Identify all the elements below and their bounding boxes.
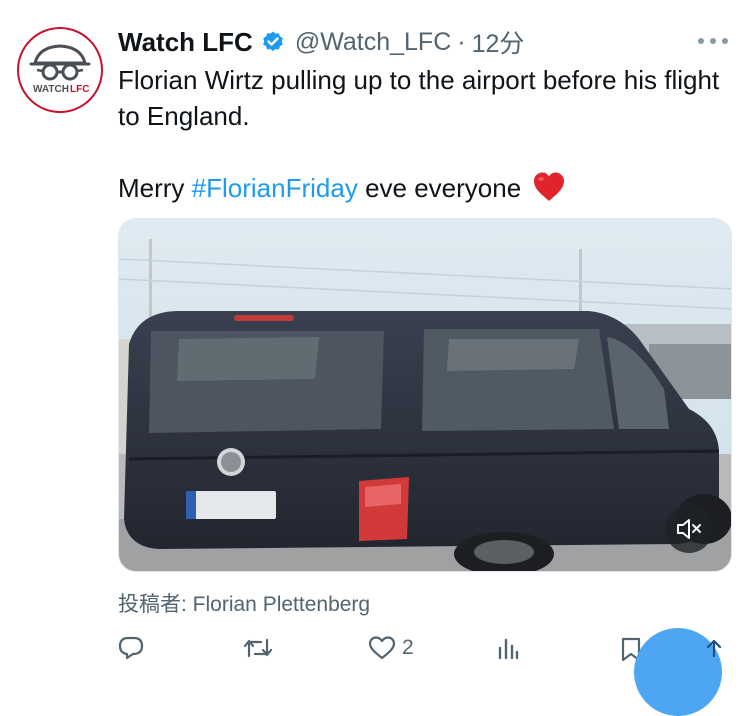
author-handle[interactable]: @Watch_LFC (295, 28, 451, 57)
line2-suffix: eve everyone (357, 173, 529, 203)
line2-prefix: Merry (118, 173, 192, 203)
video-frame-image (119, 219, 731, 571)
tweet-video[interactable] (118, 218, 732, 572)
author-name[interactable]: Watch LFC (118, 27, 253, 58)
more-horizontal-icon[interactable] (698, 28, 728, 54)
reply-icon (118, 636, 144, 660)
retweet-button[interactable] (243, 636, 273, 660)
tweet-text-line1: Florian Wirtz pulling up to the airport … (118, 65, 720, 131)
logo-text-lfc: LFC (70, 84, 89, 95)
analytics-icon (496, 636, 520, 660)
compose-fab-button[interactable] (634, 628, 722, 716)
author-avatar[interactable]: WATCH LFC (17, 27, 103, 113)
tweet-header: Watch LFC @Watch_LFC · 12分 (118, 22, 524, 62)
logo-text-watch: WATCH (33, 84, 69, 95)
like-count: 2 (402, 636, 414, 659)
tweet-text-line2: Merry #FlorianFriday eve everyone (118, 170, 733, 212)
like-heart-icon (368, 636, 396, 660)
red-heart-emoji (532, 171, 566, 212)
verified-badge-icon (261, 30, 285, 54)
hashtag-link[interactable]: #FlorianFriday (192, 173, 358, 203)
share-icon (704, 638, 724, 667)
reply-button[interactable] (118, 636, 144, 660)
header-separator: · (457, 27, 466, 56)
tweet-timestamp[interactable]: 12分 (472, 24, 525, 60)
volume-muted-icon[interactable] (665, 505, 713, 553)
analytics-button[interactable] (496, 636, 520, 660)
tweet-text: Florian Wirtz pulling up to the airport … (118, 62, 733, 212)
retweet-icon (243, 636, 273, 660)
like-button[interactable]: 2 (368, 636, 414, 660)
tweet-card[interactable]: WATCH LFC Watch LFC @Watch_LFC · 12分 Flo… (0, 0, 750, 716)
media-credit[interactable]: 投稿者: Florian Plettenberg (118, 588, 370, 618)
